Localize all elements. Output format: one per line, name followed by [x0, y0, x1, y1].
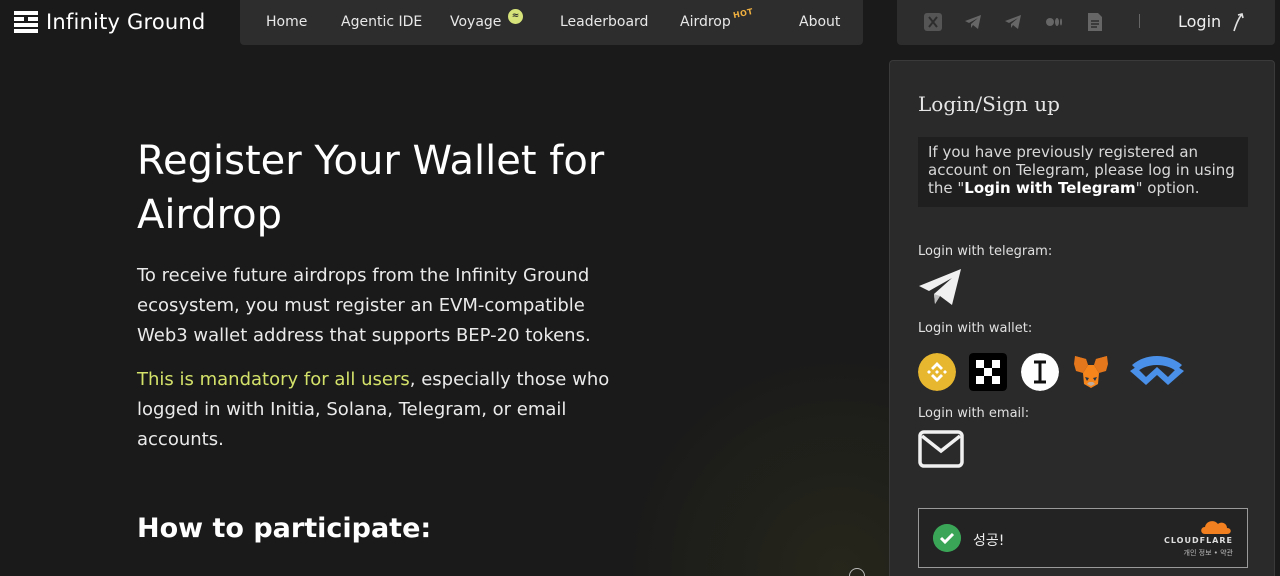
mandatory-highlight: This is mandatory for all users — [137, 369, 410, 390]
nav-about[interactable]: About — [799, 14, 840, 30]
initia-wallet-icon[interactable] — [1021, 353, 1059, 391]
intro-paragraph: To receive future airdrops from the Infi… — [137, 265, 591, 346]
okx-wallet-icon[interactable] — [969, 353, 1007, 391]
email-login-icon[interactable] — [918, 430, 964, 468]
cloudflare-logo-icon — [1201, 521, 1231, 534]
brand-name: Infinity Ground — [46, 10, 206, 34]
page-title: Register Your Wallet for Airdrop — [137, 138, 605, 238]
docs-icon[interactable] — [1085, 12, 1105, 32]
nav-leaderboard[interactable]: Leaderboard — [560, 14, 648, 30]
nav-home[interactable]: Home — [266, 14, 307, 30]
login-arrow-icon[interactable] — [1230, 11, 1248, 33]
main-nav: Home Agentic IDE Voyage ≈ Leaderboard Ai… — [240, 0, 863, 45]
email-login-label: Login with email: — [918, 406, 1030, 421]
panel-title: Login/Sign up — [918, 92, 1060, 116]
captcha-status: 성공! — [973, 533, 1005, 549]
x-icon[interactable] — [923, 12, 943, 32]
login-button[interactable]: Login — [1178, 12, 1221, 31]
social-bar: Login — [897, 0, 1275, 45]
telegram-icon[interactable] — [963, 12, 983, 32]
nav-voyage[interactable]: Voyage — [450, 14, 501, 30]
telegram-login-icon[interactable] — [918, 267, 962, 307]
captcha-links[interactable]: 개인 정보 • 약관 — [1184, 548, 1233, 558]
hot-badge: HOT — [732, 6, 755, 21]
login-panel: Login/Sign up If you have previously reg… — [889, 60, 1275, 576]
metamask-icon[interactable] — [1072, 353, 1110, 391]
walletconnect-icon[interactable] — [1126, 353, 1188, 391]
telegram-notice: If you have previously registered an acc… — [918, 137, 1248, 207]
infinity-ground-logo-icon — [14, 11, 38, 33]
notice-bold: Login with Telegram — [964, 179, 1136, 197]
medium-icon[interactable] — [1044, 12, 1064, 32]
brand-logo[interactable]: Infinity Ground — [14, 9, 205, 35]
wallet-login-label: Login with wallet: — [918, 321, 1033, 336]
cloudflare-brand: CLOUDFLARE — [1164, 536, 1233, 545]
binance-wallet-icon[interactable] — [918, 353, 956, 391]
how-to-participate-heading: How to participate: — [137, 513, 432, 544]
mandatory-paragraph: This is mandatory for all users, especia… — [137, 365, 627, 455]
nav-agentic-ide[interactable]: Agentic IDE — [341, 14, 422, 30]
nav-airdrop[interactable]: Airdrop — [680, 14, 731, 30]
background-glow — [600, 300, 900, 576]
voyage-badge-icon: ≈ — [508, 9, 523, 24]
telegram-login-label: Login with telegram: — [918, 244, 1053, 259]
divider — [1139, 14, 1140, 28]
checkmark-icon — [933, 524, 961, 552]
cloudflare-captcha[interactable]: 성공! CLOUDFLARE 개인 정보 • 약관 — [918, 508, 1248, 568]
telegram-icon[interactable] — [1003, 12, 1023, 32]
